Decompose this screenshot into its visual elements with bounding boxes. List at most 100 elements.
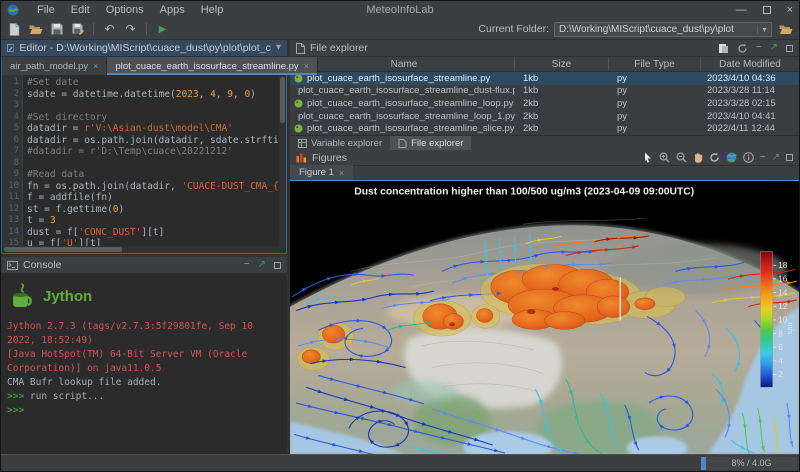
menu-items: FileEditOptionsAppsHelp xyxy=(29,3,231,17)
svg-text:8: 8 xyxy=(778,329,783,338)
file-explorer-maximize-icon[interactable] xyxy=(786,45,793,52)
info-icon[interactable] xyxy=(743,152,754,163)
file-explorer-panel: File explorer − ↗ Name Size File Type xyxy=(290,40,799,150)
colorbar-label: m/s xyxy=(786,322,795,334)
column-file-type[interactable]: File Type xyxy=(609,57,701,71)
jython-logo-icon xyxy=(9,282,37,312)
file-table-header[interactable]: Name Size File Type Date Modified xyxy=(290,57,799,72)
file-explorer-float-icon[interactable]: ↗ xyxy=(770,43,778,53)
column-name[interactable]: Name xyxy=(290,57,515,71)
code-line: #Set date xyxy=(27,77,279,89)
menu-help[interactable]: Help xyxy=(193,3,232,17)
console-lines: Jython 2.7.3 (tags/v2.7.3:5f29801fe, Sep… xyxy=(7,320,281,418)
window-maximize-icon[interactable] xyxy=(763,6,771,14)
file-row[interactable]: plot_cuace_earth_isosurface_streamline.p… xyxy=(290,72,799,85)
tab-close-icon[interactable]: × xyxy=(93,61,98,71)
pan-hand-icon[interactable] xyxy=(693,152,703,163)
editor-panel: Editor - D:\Working\MIScript\cuace_dust\… xyxy=(1,40,287,254)
file-date-cell: 2023/3/28 02:15 xyxy=(701,98,799,109)
tab-close-icon[interactable]: × xyxy=(304,61,309,71)
console-output[interactable]: Jython Jython 2.7.3 (tags/v2.7.3:5f29801… xyxy=(1,274,287,454)
code-line: #datadir = r'D:\Temp\cuace\20221212' xyxy=(27,146,279,158)
file-row[interactable]: plot_cuace_earth_isosurface_streamline_l… xyxy=(290,97,799,110)
explorer-bottom-tabs: Variable explorerFile explorer xyxy=(290,135,799,150)
python-file-icon xyxy=(294,124,303,133)
figures-maximize-icon[interactable] xyxy=(786,154,793,161)
figures-float-icon[interactable]: ↗ xyxy=(772,153,780,163)
zoom-out-icon[interactable] xyxy=(676,152,687,163)
editor-vertical-scrollbar[interactable] xyxy=(279,75,286,246)
code-line: st = f.gettime(0) xyxy=(27,204,279,216)
refresh-icon[interactable] xyxy=(737,43,748,54)
paste-path-icon[interactable] xyxy=(718,43,729,54)
app-logo-icon xyxy=(7,4,19,16)
bottom-tab-file-explorer[interactable]: File explorer xyxy=(390,136,471,151)
main-toolbar: ↶ ↷ ▶ Current Folder: D:\Working\MIScrip… xyxy=(1,19,799,40)
file-explorer-minimize-icon[interactable]: − xyxy=(756,43,762,53)
code-line: datadir = r'V:\Asian-dust\model\CMA' xyxy=(27,123,279,135)
editor-dropdown-icon[interactable]: ▾ xyxy=(276,43,281,53)
select-cursor-icon[interactable] xyxy=(643,152,653,163)
file-row[interactable]: plot_cuace_earth_isosurface_streamline_d… xyxy=(290,85,799,98)
bottom-tab-variable-explorer[interactable]: Variable explorer xyxy=(290,136,390,151)
editor-tab-1[interactable]: plot_cuace_earth_isosurface_streamline.p… xyxy=(107,57,318,75)
rotate-icon[interactable] xyxy=(709,152,720,163)
code-line xyxy=(27,100,279,112)
column-size[interactable]: Size xyxy=(515,57,609,71)
file-type-cell: py xyxy=(609,98,701,109)
console-line: >>> xyxy=(7,404,281,418)
svg-text:6: 6 xyxy=(778,343,783,352)
figure-tab[interactable]: Figure 1 × xyxy=(290,165,353,180)
console-float-icon[interactable]: ↗ xyxy=(258,260,266,270)
console-minimize-icon[interactable]: − xyxy=(244,260,250,270)
open-file-button[interactable] xyxy=(27,21,44,37)
file-explorer-title: File explorer xyxy=(310,42,368,54)
console-icon xyxy=(7,261,18,270)
code-line: fn = os.path.join(datadir, 'CUACE-DUST_C… xyxy=(27,181,279,193)
undo-button[interactable]: ↶ xyxy=(101,21,118,37)
figure-canvas[interactable]: 24681012141618 m/s Dust concentration hi… xyxy=(290,181,799,454)
editor-tab-label: air_path_model.py xyxy=(10,61,88,72)
menu-edit[interactable]: Edit xyxy=(63,3,98,17)
editor-horizontal-scrollbar[interactable] xyxy=(2,246,286,253)
editor-code-area[interactable]: #Set datesdate = datetime.datetime(2023,… xyxy=(23,75,279,246)
browse-folder-button[interactable] xyxy=(777,21,794,37)
file-size-cell: 1kb xyxy=(515,73,609,84)
file-explorer-header[interactable]: File explorer − ↗ xyxy=(290,40,799,57)
run-script-button[interactable]: ▶ xyxy=(154,21,171,37)
menu-file[interactable]: File xyxy=(29,3,63,17)
figures-minimize-icon[interactable]: − xyxy=(760,153,766,163)
code-line: #Set directory xyxy=(27,112,279,124)
window-close-icon[interactable]: × xyxy=(787,5,793,15)
file-date-cell: 2023/4/10 04:41 xyxy=(701,111,799,122)
svg-text:2: 2 xyxy=(778,370,783,379)
menu-options[interactable]: Options xyxy=(98,3,152,17)
current-folder-value: D:\Working\MIScript\cuace_dust\py\plot xyxy=(555,24,757,35)
globe-icon[interactable] xyxy=(726,152,737,163)
current-folder-combobox[interactable]: D:\Working\MIScript\cuace_dust\py\plot ▾ xyxy=(554,22,772,37)
status-bar: 8% / 4.0G xyxy=(1,454,799,471)
save-as-button[interactable] xyxy=(69,21,86,37)
figures-header[interactable]: Figures − ↗ xyxy=(290,150,799,166)
chevron-down-icon[interactable]: ▾ xyxy=(757,25,771,34)
editor-tab-0[interactable]: air_path_model.py × xyxy=(2,57,107,75)
file-row[interactable]: plot_cuace_earth_isosurface_streamline_s… xyxy=(290,122,799,135)
column-date-modified[interactable]: Date Modified xyxy=(701,57,799,71)
file-row[interactable]: plot_cuace_earth_isosurface_streamline_l… xyxy=(290,110,799,123)
new-file-button[interactable] xyxy=(6,21,23,37)
window-minimize-icon[interactable]: — xyxy=(736,5,747,15)
python-file-icon xyxy=(294,99,303,108)
figure-tab-close-icon[interactable]: × xyxy=(339,168,344,178)
editor-panel-header[interactable]: Editor - D:\Working\MIScript\cuace_dust\… xyxy=(1,40,287,57)
memory-indicator[interactable]: 8% / 4.0G xyxy=(701,457,797,470)
console-panel-header[interactable]: Console − ↗ xyxy=(1,257,287,274)
file-size-cell: 1kb xyxy=(515,85,609,96)
location-marker-line xyxy=(620,277,621,320)
zoom-in-icon[interactable] xyxy=(659,152,670,163)
console-maximize-icon[interactable] xyxy=(274,262,281,269)
menu-apps[interactable]: Apps xyxy=(152,3,193,17)
file-type-cell: py xyxy=(609,73,701,84)
svg-text:4: 4 xyxy=(778,357,783,366)
save-button[interactable] xyxy=(48,21,65,37)
redo-button[interactable]: ↷ xyxy=(122,21,139,37)
